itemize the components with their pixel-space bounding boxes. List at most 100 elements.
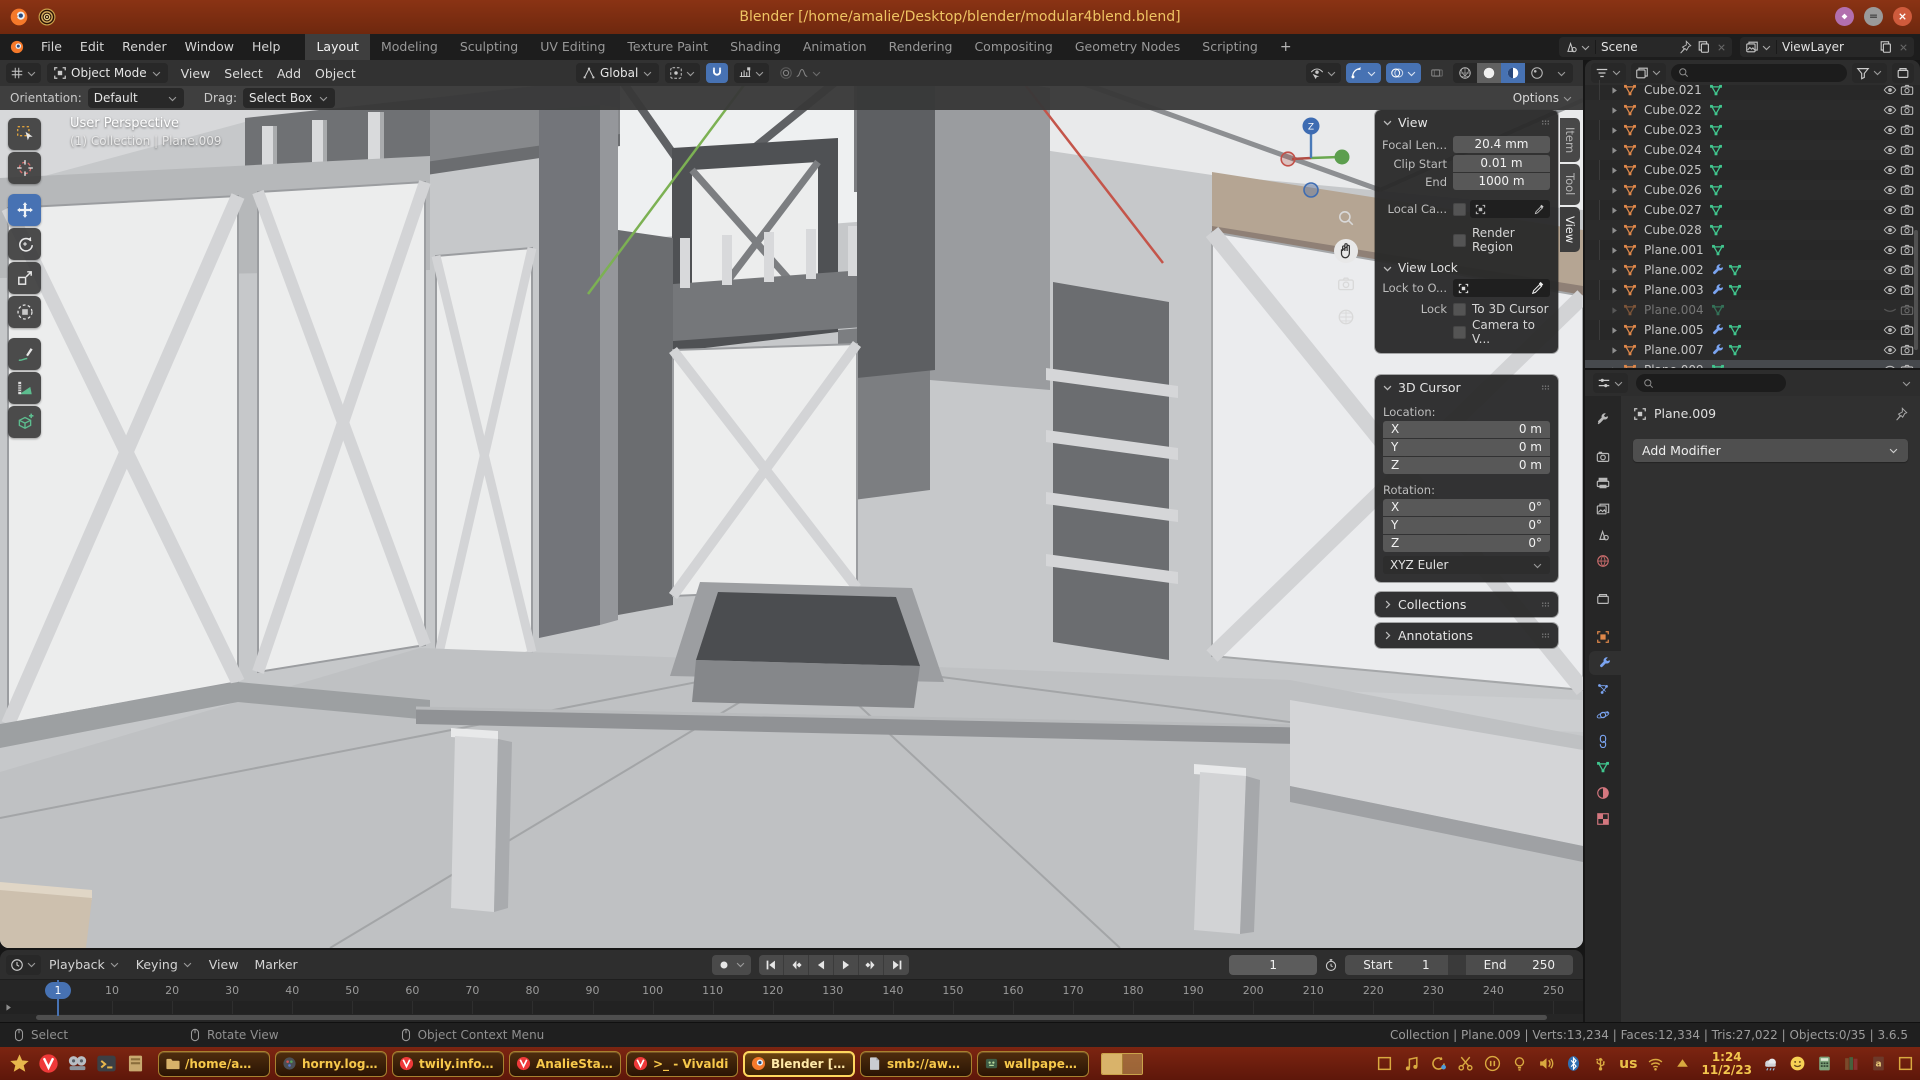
properties-tab-tool[interactable] bbox=[1585, 407, 1621, 431]
object-visibility-selector[interactable] bbox=[1306, 63, 1341, 83]
tool-measure[interactable] bbox=[8, 372, 41, 404]
window-shade-button[interactable] bbox=[1864, 7, 1883, 26]
cursor-rotation-z[interactable]: Z0° bbox=[1383, 535, 1550, 552]
outliner-row-cube-025[interactable]: Cube.025 bbox=[1585, 160, 1920, 180]
outliner-row-plane-007[interactable]: Plane.007 bbox=[1585, 340, 1920, 360]
panel-drag-dots[interactable] bbox=[1540, 117, 1551, 128]
tool-scale[interactable] bbox=[8, 262, 41, 294]
pin-icon[interactable] bbox=[1894, 407, 1908, 421]
outliner-row-cube-027[interactable]: Cube.027 bbox=[1585, 200, 1920, 220]
tray-pause[interactable] bbox=[1484, 1055, 1501, 1072]
outliner-row-plane-004[interactable]: Plane.004 bbox=[1585, 300, 1920, 320]
properties-editor-type-button[interactable] bbox=[1593, 373, 1628, 393]
sidebar-tab-item[interactable]: Item bbox=[1560, 118, 1580, 162]
close-icon[interactable] bbox=[1716, 42, 1727, 53]
tray-wifi[interactable] bbox=[1647, 1055, 1664, 1072]
menu-window[interactable]: Window bbox=[176, 34, 243, 60]
tool-cursor[interactable] bbox=[8, 152, 41, 184]
timeline-menu-view[interactable]: View bbox=[201, 957, 247, 972]
tray-bluetooth[interactable] bbox=[1565, 1055, 1582, 1072]
taskbar-window-wallpaperfl[interactable]: wallpaperfl... bbox=[977, 1051, 1089, 1077]
workspace-tab-new[interactable]: + bbox=[1269, 34, 1303, 60]
sidebar-tab-tool[interactable]: Tool bbox=[1560, 164, 1580, 204]
launcher-star[interactable] bbox=[6, 1051, 32, 1077]
tray-triangle[interactable] bbox=[1674, 1055, 1691, 1072]
focal-length-field[interactable]: 20.4 mm bbox=[1453, 136, 1550, 153]
tray-books[interactable] bbox=[1843, 1055, 1860, 1072]
menu-edit[interactable]: Edit bbox=[71, 34, 113, 60]
play-button[interactable] bbox=[834, 955, 859, 975]
cursor-rotation-x[interactable]: X0° bbox=[1383, 499, 1550, 516]
overlays-toggle[interactable] bbox=[1386, 63, 1421, 83]
taskbar-window-smb-awv[interactable]: smb://awv@... bbox=[860, 1051, 972, 1077]
timeline-menu-marker[interactable]: Marker bbox=[246, 957, 305, 972]
new-viewlayer-icon[interactable] bbox=[1879, 40, 1893, 54]
proportional-editing-toggle[interactable] bbox=[775, 63, 826, 83]
zoom-button[interactable] bbox=[1334, 206, 1358, 230]
blender-menu-icon[interactable] bbox=[0, 34, 32, 60]
clip-end-field[interactable]: 1000 m bbox=[1453, 173, 1550, 190]
taskbar-window-horny-log[interactable]: horny.log ... bbox=[275, 1051, 387, 1077]
outliner-row-plane-002[interactable]: Plane.002 bbox=[1585, 260, 1920, 280]
new-scene-icon[interactable] bbox=[1697, 40, 1711, 54]
start-field[interactable]: Start 1 bbox=[1345, 958, 1447, 972]
tool-transform[interactable] bbox=[8, 296, 41, 328]
gizmos-toggle[interactable] bbox=[1346, 63, 1381, 83]
launcher-media[interactable] bbox=[64, 1051, 90, 1077]
taskbar-window-vivaldi[interactable]: >_ - Vivaldi bbox=[626, 1051, 738, 1077]
transform-orientation-selector[interactable]: Global bbox=[576, 63, 659, 83]
next-keyframe-button[interactable] bbox=[859, 955, 884, 975]
lock-3d-cursor-checkbox[interactable] bbox=[1453, 303, 1466, 316]
eyedropper-icon[interactable] bbox=[1534, 204, 1545, 215]
properties-filter-dropdown[interactable] bbox=[1901, 378, 1912, 389]
timeline-menu-keying[interactable]: Keying bbox=[128, 957, 201, 972]
tray-keyboard-layout[interactable]: us bbox=[1619, 1056, 1637, 1072]
eyedropper-icon[interactable] bbox=[1531, 281, 1545, 295]
shading-material-button[interactable] bbox=[1501, 63, 1525, 83]
outliner-search[interactable] bbox=[1671, 64, 1847, 82]
timeline-menu-playback[interactable]: Playback bbox=[41, 957, 128, 972]
launcher-archive[interactable] bbox=[122, 1051, 148, 1077]
jump-to-end-button[interactable] bbox=[884, 955, 909, 975]
tool-rotate[interactable] bbox=[8, 228, 41, 260]
viewport-menu-view[interactable]: View bbox=[174, 66, 218, 81]
clip-start-field[interactable]: 0.01 m bbox=[1453, 155, 1550, 172]
tool-annotate[interactable] bbox=[8, 338, 41, 370]
properties-tab-render[interactable] bbox=[1585, 445, 1621, 469]
options-button[interactable]: Options bbox=[1513, 91, 1573, 105]
properties-tab-collection[interactable] bbox=[1585, 587, 1621, 611]
camera-view-button[interactable] bbox=[1334, 272, 1358, 296]
close-icon[interactable] bbox=[1898, 42, 1909, 53]
workspace-tab-rendering[interactable]: Rendering bbox=[878, 34, 964, 60]
xray-toggle[interactable] bbox=[1426, 63, 1448, 83]
rotation-order-selector[interactable]: XYZ Euler bbox=[1383, 556, 1550, 574]
camera-to-view-checkbox[interactable] bbox=[1453, 326, 1466, 339]
cursor-location-x[interactable]: X0 m bbox=[1383, 421, 1550, 438]
properties-tab-output[interactable] bbox=[1585, 471, 1621, 495]
view-lock-subpanel-header[interactable]: View Lock bbox=[1375, 255, 1558, 278]
cursor-location-y[interactable]: Y0 m bbox=[1383, 439, 1550, 456]
lock-to-object-field[interactable] bbox=[1453, 279, 1550, 297]
properties-search[interactable] bbox=[1636, 374, 1786, 392]
taskbar-window-home-ama[interactable]: /home/ama... bbox=[158, 1051, 270, 1077]
outliner-row-cube-024[interactable]: Cube.024 bbox=[1585, 140, 1920, 160]
workspace-tab-animation[interactable]: Animation bbox=[792, 34, 878, 60]
tray-music[interactable] bbox=[1403, 1055, 1420, 1072]
current-frame-field[interactable]: 1 bbox=[1229, 955, 1317, 975]
add-modifier-button[interactable]: Add Modifier bbox=[1633, 439, 1908, 462]
playhead[interactable]: 1 bbox=[45, 982, 71, 999]
tray-frame[interactable] bbox=[1376, 1055, 1393, 1072]
jump-to-start-button[interactable] bbox=[759, 955, 784, 975]
tray-usb[interactable] bbox=[1592, 1055, 1609, 1072]
tray-scissors[interactable] bbox=[1457, 1055, 1474, 1072]
taskbar-window-analiestar[interactable]: AnalieStar |... bbox=[509, 1051, 621, 1077]
view-panel-header[interactable]: View bbox=[1375, 110, 1558, 135]
menu-render[interactable]: Render bbox=[113, 34, 176, 60]
outliner-row-cube-021[interactable]: Cube.021 bbox=[1585, 80, 1920, 100]
tray-volume[interactable] bbox=[1538, 1055, 1555, 1072]
workspace-tab-uv-editing[interactable]: UV Editing bbox=[529, 34, 616, 60]
tray-lamp[interactable] bbox=[1511, 1055, 1528, 1072]
navigation-gizmo[interactable]: Z bbox=[1266, 110, 1356, 210]
workspace-tab-scripting[interactable]: Scripting bbox=[1191, 34, 1269, 60]
cursor-rotation-y[interactable]: Y0° bbox=[1383, 517, 1550, 534]
